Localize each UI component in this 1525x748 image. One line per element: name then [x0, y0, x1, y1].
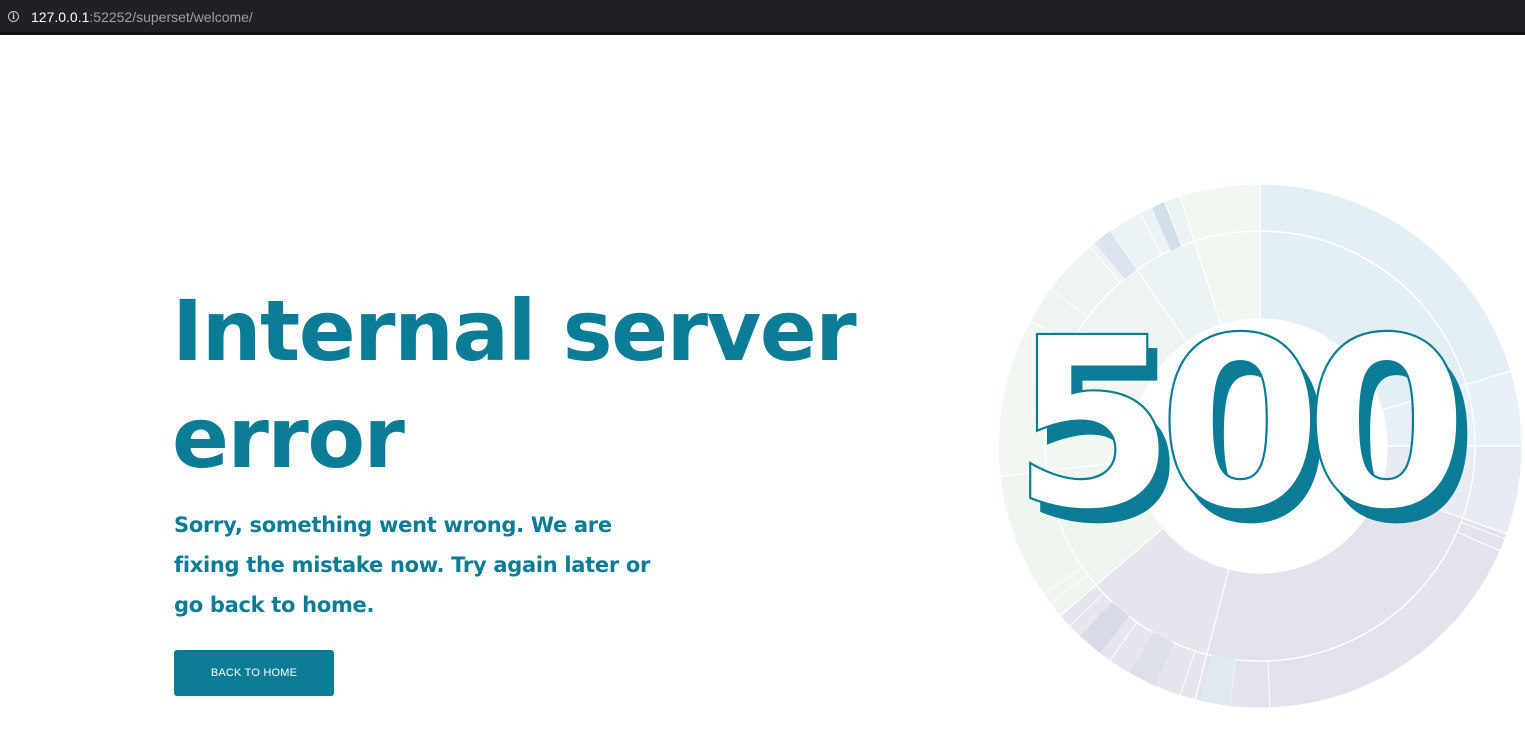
back-to-home-button[interactable]: BACK TO HOME [174, 650, 334, 696]
browser-address-bar: i 127.0.0.1:52252/superset/welcome/ [0, 0, 1525, 35]
page-title: Internal server error [172, 282, 857, 487]
error-code: 500 [1012, 287, 1457, 562]
error-code-graphic: 500 500 [1011, 286, 1486, 576]
url-host: 127.0.0.1 [31, 9, 90, 25]
error-message: Sorry, something went wrong. We are fixi… [174, 513, 651, 617]
url-path: :52252/superset/welcome/ [89, 9, 253, 25]
info-icon[interactable]: i [8, 11, 19, 22]
address-url[interactable]: 127.0.0.1:52252/superset/welcome/ [31, 9, 253, 26]
